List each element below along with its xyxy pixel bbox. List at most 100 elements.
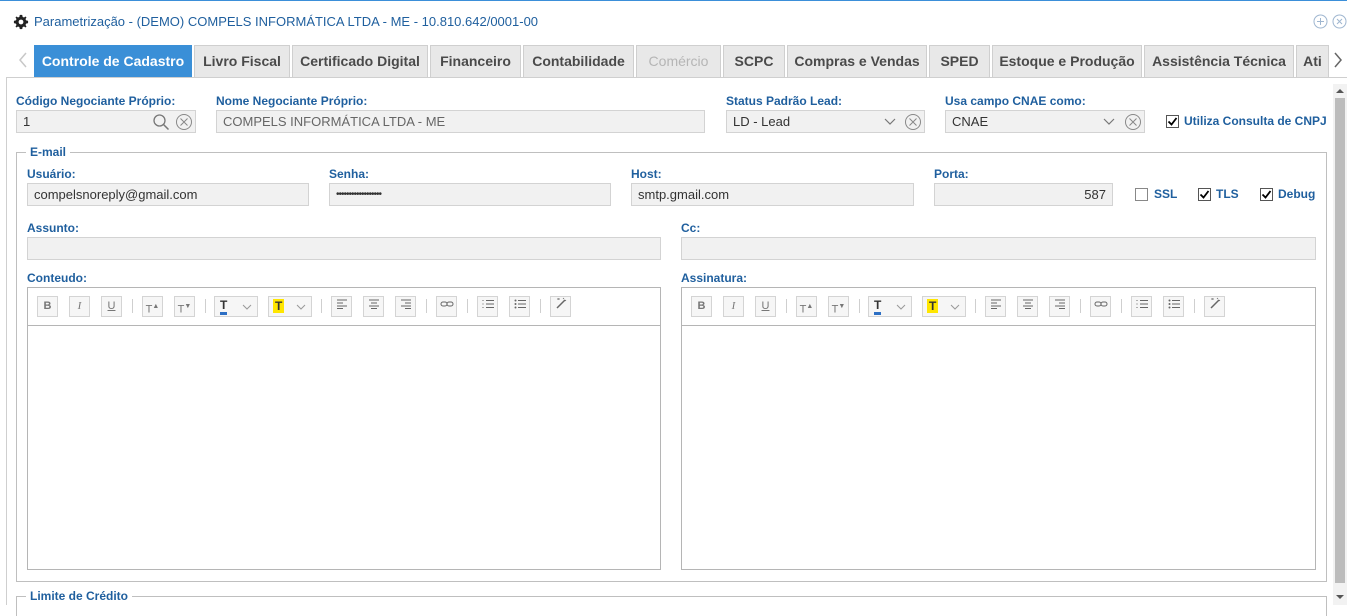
nome-negociante-input[interactable]: COMPELS INFORMÁTICA LTDA - ME xyxy=(216,110,705,133)
cc-input[interactable] xyxy=(681,237,1316,260)
status-padrao-lead-label: Status Padrão Lead: xyxy=(726,94,843,108)
cc-label: Cc: xyxy=(681,221,701,235)
vertical-scrollbar[interactable] xyxy=(1333,84,1347,605)
tab-livro-fiscal[interactable]: Livro Fiscal xyxy=(194,45,290,77)
host-input[interactable]: smtp.gmail.com xyxy=(631,183,914,206)
superscript-button[interactable]: T▲ xyxy=(796,296,817,317)
consulta-cnpj-label: Utiliza Consulta de CNPJ xyxy=(1184,114,1327,128)
assunto-input[interactable] xyxy=(27,237,661,260)
tab-compras-e-vendas[interactable]: Compras e Vendas xyxy=(787,45,927,77)
checkmark-icon xyxy=(1261,190,1272,199)
limite-credito-fieldset xyxy=(16,596,1327,616)
ordered-list-button[interactable] xyxy=(477,296,498,317)
toolbar-separator xyxy=(467,299,468,313)
align-center-icon xyxy=(1022,299,1033,309)
align-right-icon xyxy=(1054,299,1065,309)
align-center-button[interactable] xyxy=(363,296,384,317)
unordered-list-button[interactable] xyxy=(1163,296,1184,317)
tab-sped[interactable]: SPED xyxy=(929,45,990,77)
window-titlebar: Parametrização - (DEMO) COMPELS INFORMÁT… xyxy=(0,0,1347,40)
close-window-icon[interactable] xyxy=(1332,14,1347,29)
toolbar-separator xyxy=(1080,299,1081,313)
senha-input[interactable]: •••••••••••••••••• xyxy=(329,183,611,206)
tab-comercio: Comércio xyxy=(636,45,721,77)
align-left-button[interactable] xyxy=(985,296,1006,317)
font-color-dropdown[interactable]: T xyxy=(214,296,258,317)
tab-assistencia-tecnica[interactable]: Assistência Técnica xyxy=(1144,45,1294,77)
tab-estoque-e-producao[interactable]: Estoque e Produção xyxy=(992,45,1142,77)
tls-label: TLS xyxy=(1216,187,1239,201)
checkmark-icon xyxy=(1167,117,1178,126)
chevron-down-icon[interactable] xyxy=(1103,116,1115,126)
align-right-button[interactable] xyxy=(395,296,416,317)
scroll-down-icon[interactable] xyxy=(1336,593,1344,601)
italic-button[interactable]: I xyxy=(69,296,90,317)
porta-input[interactable]: 587 xyxy=(934,183,1113,206)
bold-button[interactable]: B xyxy=(37,296,58,317)
ordered-list-icon xyxy=(1136,300,1148,308)
toolbar-separator xyxy=(205,299,206,313)
tab-contabilidade[interactable]: Contabilidade xyxy=(523,45,634,77)
assinatura-editor[interactable]: B I U T▲ T▼ T T xyxy=(681,287,1316,570)
tab-financeiro[interactable]: Financeiro xyxy=(430,45,521,77)
toolbar-separator xyxy=(540,299,541,313)
align-center-button[interactable] xyxy=(1017,296,1038,317)
highlight-dropdown[interactable]: T xyxy=(268,296,312,317)
gear-icon xyxy=(13,14,29,30)
link-button[interactable] xyxy=(436,296,457,317)
chevron-down-icon xyxy=(896,304,906,310)
clear-format-button[interactable] xyxy=(1204,296,1225,317)
restore-icon[interactable] xyxy=(1313,14,1328,29)
usa-campo-cnae-select[interactable]: CNAE xyxy=(945,110,1145,133)
scrollbar-thumb[interactable] xyxy=(1335,98,1345,583)
underline-button[interactable]: U xyxy=(101,296,122,317)
superscript-button[interactable]: T▲ xyxy=(142,296,163,317)
conteudo-editor[interactable]: B I U T▲ T▼ T T xyxy=(27,287,661,570)
chevron-down-icon xyxy=(242,304,252,310)
font-color-icon: T xyxy=(220,298,228,315)
usuario-label: Usuário: xyxy=(27,167,76,181)
ssl-checkbox[interactable] xyxy=(1135,188,1148,201)
tab-ati[interactable]: Ati xyxy=(1296,45,1329,77)
toolbar-separator xyxy=(1194,299,1195,313)
link-icon xyxy=(1094,301,1107,307)
bold-button[interactable]: B xyxy=(691,296,712,317)
align-left-button[interactable] xyxy=(331,296,352,317)
chevron-left-icon[interactable] xyxy=(16,51,30,69)
tab-controle-de-cadastro[interactable]: Controle de Cadastro xyxy=(34,45,192,77)
toolbar-separator xyxy=(975,299,976,313)
tls-checkbox[interactable] xyxy=(1198,188,1211,201)
limite-credito-legend: Limite de Crédito xyxy=(26,589,133,603)
assinatura-label: Assinatura: xyxy=(681,271,748,285)
tab-bar: Controle de Cadastro Livro Fiscal Certif… xyxy=(6,44,1347,77)
underline-button[interactable]: U xyxy=(755,296,776,317)
search-icon[interactable] xyxy=(152,113,170,131)
chevron-down-icon[interactable] xyxy=(884,116,896,126)
tab-scpc[interactable]: SCPC xyxy=(723,45,785,77)
italic-button[interactable]: I xyxy=(723,296,744,317)
subscript-button[interactable]: T▼ xyxy=(174,296,195,317)
clear-cnae-icon[interactable] xyxy=(1124,113,1142,131)
clear-status-icon[interactable] xyxy=(904,113,922,131)
align-right-button[interactable] xyxy=(1049,296,1070,317)
magic-wand-icon xyxy=(1209,297,1220,309)
chevron-right-icon[interactable] xyxy=(1331,51,1345,69)
usuario-input[interactable]: compelsnoreply@gmail.com xyxy=(27,183,309,206)
clear-format-button[interactable] xyxy=(550,296,571,317)
tab-certificado-digital[interactable]: Certificado Digital xyxy=(292,45,428,77)
subscript-button[interactable]: T▼ xyxy=(828,296,849,317)
clear-codigo-icon[interactable] xyxy=(175,113,193,131)
chevron-down-icon xyxy=(950,304,960,310)
assinatura-toolbar: B I U T▲ T▼ T T xyxy=(682,288,1315,326)
ordered-list-button[interactable] xyxy=(1131,296,1152,317)
highlight-dropdown[interactable]: T xyxy=(922,296,966,317)
highlight-icon: T xyxy=(273,299,285,313)
align-left-icon xyxy=(990,299,1001,309)
unordered-list-icon xyxy=(514,299,526,309)
scroll-up-icon[interactable] xyxy=(1336,87,1344,95)
link-button[interactable] xyxy=(1090,296,1111,317)
debug-checkbox[interactable] xyxy=(1260,188,1273,201)
unordered-list-button[interactable] xyxy=(509,296,530,317)
consulta-cnpj-checkbox[interactable] xyxy=(1166,115,1179,128)
font-color-dropdown[interactable]: T xyxy=(868,296,912,317)
